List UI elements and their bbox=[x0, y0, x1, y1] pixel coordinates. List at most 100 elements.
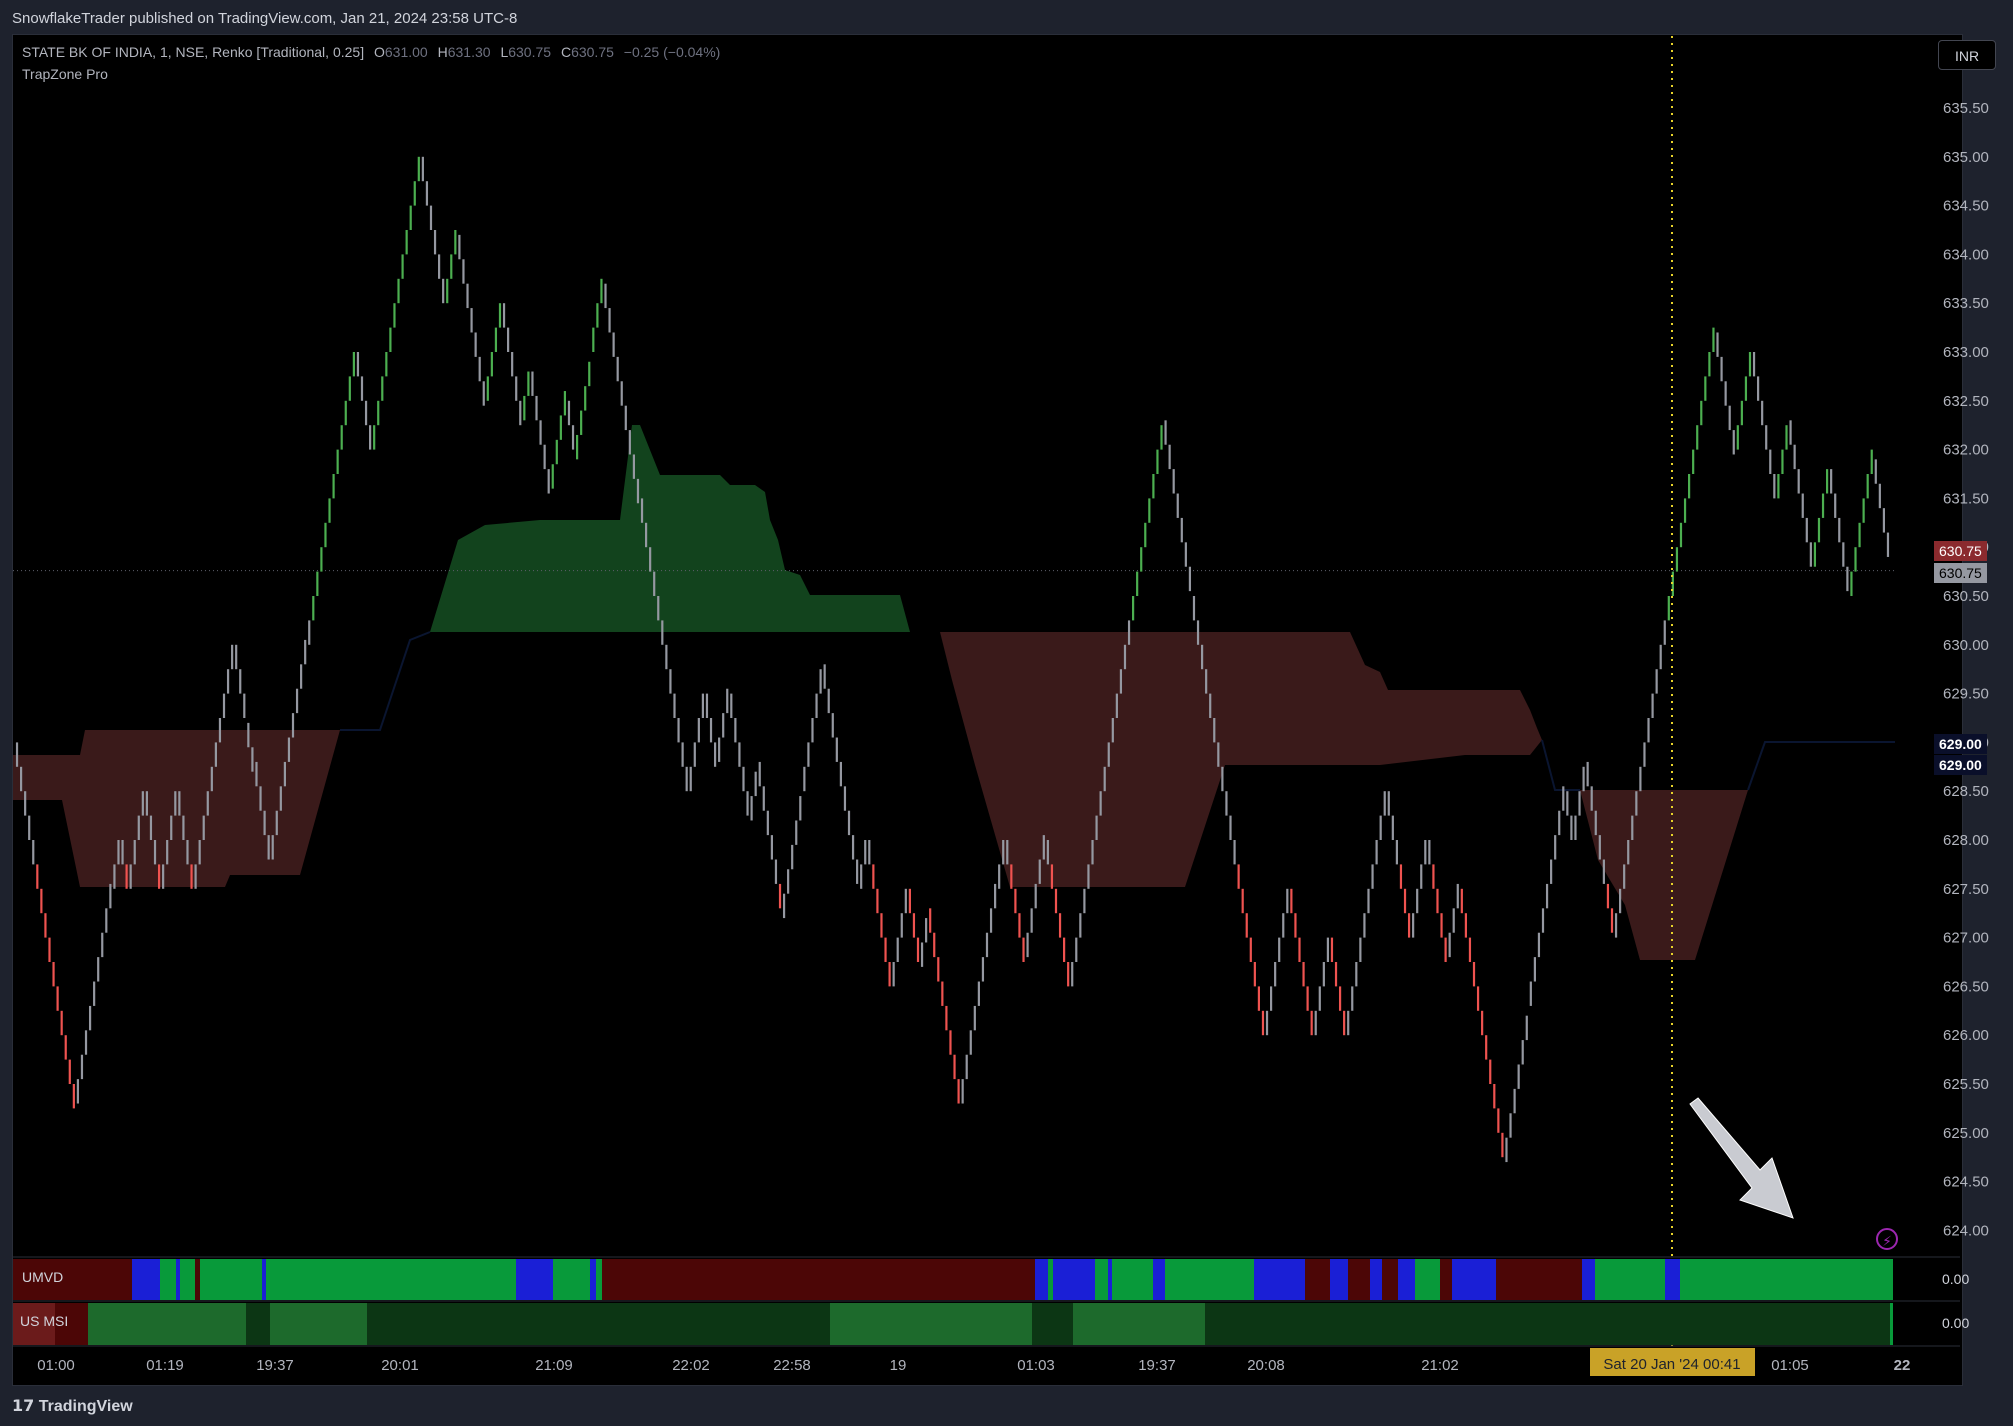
umvd-segment bbox=[602, 1259, 1035, 1300]
zone-connector bbox=[1541, 739, 1580, 791]
umvd-segment bbox=[1165, 1259, 1254, 1300]
umvd-segment bbox=[1370, 1259, 1382, 1300]
close-label: C bbox=[560, 44, 572, 60]
y-tick-label: 635.00 bbox=[1943, 149, 1989, 166]
currency-button[interactable]: INR bbox=[1938, 40, 1996, 70]
last-price-tag: 630.75 bbox=[1934, 541, 1987, 561]
umvd-segment bbox=[1398, 1259, 1415, 1300]
trap-zones bbox=[13, 425, 1895, 960]
symbol-legend: STATE BK OF INDIA, 1, NSE, Renko [Tradit… bbox=[22, 44, 720, 60]
y-tick-label: 625.50 bbox=[1943, 1076, 1989, 1093]
umvd-segment bbox=[180, 1259, 195, 1300]
umvd-segment bbox=[1048, 1259, 1053, 1300]
umvd-segment bbox=[1254, 1259, 1305, 1300]
umvd-segment bbox=[1348, 1259, 1370, 1300]
indicator-name[interactable]: TrapZone Pro bbox=[22, 66, 108, 82]
msi-segment bbox=[246, 1303, 270, 1345]
msi-segment bbox=[88, 1303, 246, 1345]
tradingview-logo: 𝟭𝟳 TradingView bbox=[12, 1398, 133, 1415]
y-tick-label: 628.50 bbox=[1943, 783, 1989, 800]
umvd-segment bbox=[1153, 1259, 1165, 1300]
y-tick-label: 626.00 bbox=[1943, 1027, 1989, 1044]
low-value: 630.75 bbox=[508, 44, 552, 60]
trap-zone bbox=[940, 632, 1542, 887]
x-tick-label: 01:03 bbox=[1017, 1357, 1055, 1374]
umvd-segment bbox=[553, 1259, 590, 1300]
umvd-segment bbox=[1095, 1259, 1108, 1300]
umvd-segment bbox=[176, 1259, 180, 1300]
x-tick-label: 21:02 bbox=[1421, 1357, 1459, 1374]
x-tick-label: 19 bbox=[890, 1357, 907, 1374]
msi-value: 0.00 bbox=[1942, 1315, 1970, 1331]
x-tick-label: 21:09 bbox=[535, 1357, 573, 1374]
umvd-segment bbox=[1665, 1259, 1680, 1300]
x-tick-label: 20:01 bbox=[381, 1357, 419, 1374]
x-tick-label: 01:05 bbox=[1771, 1357, 1809, 1374]
umvd-value: 0.00 bbox=[1942, 1271, 1970, 1287]
umvd-segment bbox=[1330, 1259, 1348, 1300]
trap-zone bbox=[430, 425, 910, 632]
open-value: 631.00 bbox=[384, 44, 428, 60]
x-tick-label: 20:08 bbox=[1247, 1357, 1285, 1374]
high-value: 631.30 bbox=[447, 44, 491, 60]
footer-bar: 𝟭𝟳 TradingView bbox=[0, 1386, 2013, 1426]
price-axis: 635.50 635.00 634.50 634.00 633.50 633.00 632.… bbox=[1943, 100, 1989, 1239]
y-tick-label: 625.00 bbox=[1943, 1125, 1989, 1142]
msi-segment bbox=[270, 1303, 367, 1345]
umvd-segment bbox=[262, 1259, 266, 1300]
last-close-tag: 630.75 bbox=[1934, 563, 1987, 583]
umvd-segment bbox=[1035, 1259, 1048, 1300]
y-tick-label: 634.50 bbox=[1943, 198, 1989, 215]
umvd-segment bbox=[516, 1259, 553, 1300]
umvd-segment bbox=[195, 1259, 200, 1300]
msi-segment bbox=[1890, 1303, 1893, 1345]
footer-brand: TradingView bbox=[38, 1398, 133, 1415]
umvd-segment bbox=[1440, 1259, 1452, 1300]
y-tick-label: 626.50 bbox=[1943, 978, 1989, 995]
y-tick-label: 633.00 bbox=[1943, 344, 1989, 361]
close-value: 630.75 bbox=[571, 44, 614, 60]
trap-zone bbox=[1580, 790, 1748, 960]
zone-connector bbox=[1747, 741, 1895, 791]
y-tick-label: 624.00 bbox=[1943, 1222, 1989, 1239]
y-tick-label: 632.50 bbox=[1943, 393, 1989, 410]
zone-tag-a: 629.00 bbox=[1934, 734, 1987, 754]
x-tick-label: 22:58 bbox=[773, 1357, 811, 1374]
x-tick-label: 22 bbox=[1894, 1357, 1911, 1374]
y-tick-label: 629.50 bbox=[1943, 686, 1989, 703]
x-tick-label: 19:37 bbox=[256, 1357, 294, 1374]
umvd-segment bbox=[1112, 1259, 1153, 1300]
arrow-shape bbox=[1689, 1097, 1794, 1219]
umvd-segment bbox=[266, 1259, 516, 1300]
umvd-segment bbox=[1053, 1259, 1065, 1300]
msi-label: US MSI bbox=[20, 1313, 69, 1329]
zone-connector bbox=[340, 631, 431, 731]
open-label: O bbox=[373, 44, 385, 60]
flash-icon[interactable]: ⚡ bbox=[1876, 1228, 1898, 1250]
y-tick-label: 628.00 bbox=[1943, 832, 1989, 849]
chart-canvas[interactable]: 635.50 635.00 634.50 634.00 633.50 633.00 632.… bbox=[0, 0, 2013, 1426]
y-tick-label: 630.00 bbox=[1943, 637, 1989, 654]
umvd-segment bbox=[590, 1259, 596, 1300]
x-tick-label: 01:19 bbox=[146, 1357, 184, 1374]
msi-segment bbox=[1205, 1303, 1890, 1345]
y-tick-label: 633.50 bbox=[1943, 295, 1989, 312]
umvd-segment bbox=[1305, 1259, 1330, 1300]
x-tick-label: 01:00 bbox=[37, 1357, 75, 1374]
umvd-segment bbox=[1065, 1259, 1095, 1300]
x-tick-label: 22:02 bbox=[672, 1357, 710, 1374]
y-tick-label: 630.50 bbox=[1943, 588, 1989, 605]
y-tick-label: 627.50 bbox=[1943, 881, 1989, 898]
y-tick-label: 635.50 bbox=[1943, 100, 1989, 117]
umvd-segment bbox=[1680, 1259, 1893, 1300]
umvd-segment bbox=[1595, 1259, 1665, 1300]
umvd-segment bbox=[1496, 1259, 1582, 1300]
y-tick-label: 632.00 bbox=[1943, 442, 1989, 459]
symbol-title: STATE BK OF INDIA, 1, NSE, Renko [Tradit… bbox=[22, 44, 365, 60]
msi-segment bbox=[830, 1303, 1032, 1345]
y-tick-label: 627.00 bbox=[1943, 930, 1989, 947]
msi-segment bbox=[1032, 1303, 1073, 1345]
umvd-segment bbox=[1452, 1259, 1496, 1300]
umvd-segment bbox=[132, 1259, 160, 1300]
umvd-segment bbox=[1582, 1259, 1595, 1300]
